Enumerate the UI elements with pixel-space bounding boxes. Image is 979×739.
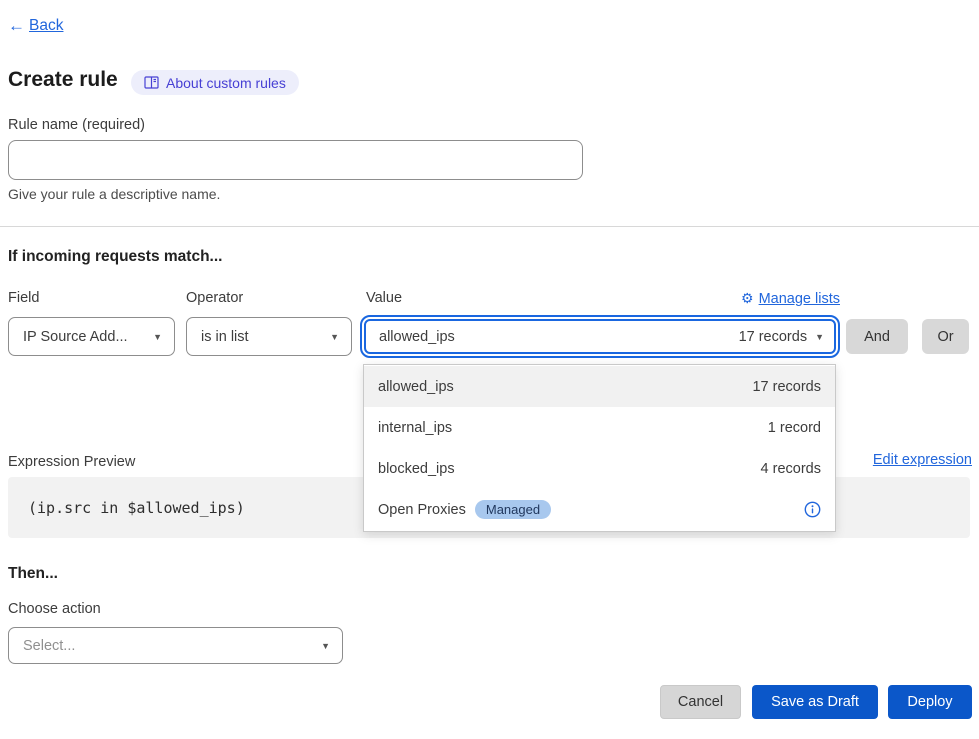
choose-action-label: Choose action: [8, 601, 101, 617]
rule-name-label: Rule name (required): [8, 117, 145, 133]
list-item-name: Open Proxies: [378, 502, 466, 518]
list-item-records: 4 records: [761, 461, 821, 477]
chevron-down-icon: ▼: [153, 332, 162, 342]
section-divider: [0, 226, 979, 227]
value-select-selected: allowed_ips: [379, 329, 455, 345]
operator-label: Operator: [186, 290, 243, 306]
list-item-name: internal_ips: [378, 420, 452, 436]
value-select-records: 17 records: [739, 329, 808, 345]
value-dropdown-menu: allowed_ips 17 records internal_ips 1 re…: [363, 364, 836, 532]
list-item-name: blocked_ips: [378, 461, 455, 477]
list-item-allowed-ips[interactable]: allowed_ips 17 records: [364, 366, 835, 407]
gear-icon: ⚙: [741, 290, 754, 307]
value-label: Value: [366, 290, 402, 306]
operator-select[interactable]: is in list ▼: [186, 317, 352, 356]
value-select[interactable]: allowed_ips 17 records ▼: [364, 319, 836, 354]
back-link[interactable]: ← Back: [8, 16, 63, 36]
managed-badge: Managed: [475, 500, 551, 519]
chevron-down-icon: ▼: [321, 641, 330, 651]
list-item-internal-ips[interactable]: internal_ips 1 record: [364, 407, 835, 448]
book-icon: [144, 76, 159, 89]
field-label: Field: [8, 290, 39, 306]
info-icon[interactable]: [804, 501, 821, 518]
manage-lists-link[interactable]: ⚙ Manage lists: [741, 290, 840, 307]
list-item-name: allowed_ips: [378, 379, 454, 395]
cancel-button[interactable]: Cancel: [660, 685, 741, 719]
deploy-button[interactable]: Deploy: [888, 685, 972, 719]
list-item-blocked-ips[interactable]: blocked_ips 4 records: [364, 448, 835, 489]
page-title: Create rule: [8, 68, 118, 92]
create-rule-page: ← Back Create rule About custom rules Ru…: [0, 0, 979, 739]
list-item-records: 17 records: [752, 379, 821, 395]
back-arrow-icon: ←: [8, 16, 25, 36]
save-as-draft-button[interactable]: Save as Draft: [752, 685, 878, 719]
about-badge-label: About custom rules: [166, 75, 286, 91]
manage-lists-label[interactable]: Manage lists: [759, 291, 840, 307]
rule-name-input[interactable]: [8, 140, 583, 180]
about-custom-rules-badge[interactable]: About custom rules: [131, 70, 299, 95]
edit-expression-link[interactable]: Edit expression: [873, 452, 972, 468]
chevron-down-icon: ▼: [815, 332, 824, 342]
match-section-heading: If incoming requests match...: [8, 248, 222, 266]
rule-name-help-text: Give your rule a descriptive name.: [8, 186, 220, 202]
expression-preview-label: Expression Preview: [8, 454, 135, 470]
then-section-heading: Then...: [8, 565, 58, 583]
list-item-open-proxies[interactable]: Open Proxies Managed: [364, 489, 835, 530]
operator-select-value: is in list: [201, 329, 249, 345]
chevron-down-icon: ▼: [330, 332, 339, 342]
list-item-records: 1 record: [768, 420, 821, 436]
expression-code-text: (ip.src in $allowed_ips): [28, 499, 245, 517]
action-select-placeholder: Select...: [23, 638, 75, 654]
action-select[interactable]: Select... ▼: [8, 627, 343, 664]
field-select[interactable]: IP Source Add... ▼: [8, 317, 175, 356]
field-select-value: IP Source Add...: [23, 329, 128, 345]
back-link-label[interactable]: Back: [29, 17, 63, 35]
and-button[interactable]: And: [846, 319, 908, 354]
or-button[interactable]: Or: [922, 319, 969, 354]
